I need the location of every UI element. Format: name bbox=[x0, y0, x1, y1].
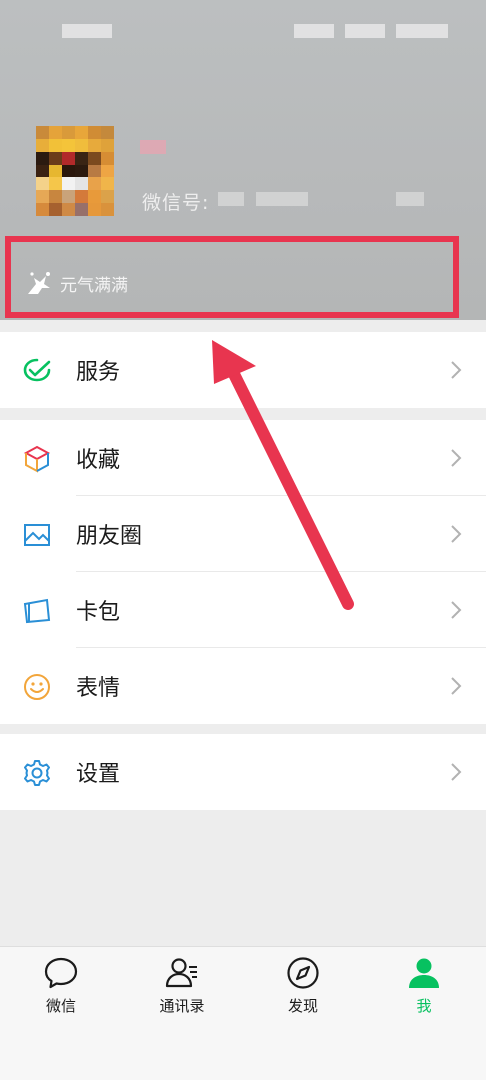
chevron-right-icon bbox=[451, 449, 462, 467]
qrcode-blur[interactable] bbox=[396, 192, 424, 206]
menu-item-moments[interactable]: 朋友圈 bbox=[0, 496, 486, 572]
status-bar-blur bbox=[294, 24, 334, 38]
menu-group-main: 收藏 朋友圈 卡包 表情 bbox=[0, 420, 486, 724]
picture-icon bbox=[24, 524, 50, 546]
avatar[interactable] bbox=[36, 126, 114, 216]
menu-item-label: 朋友圈 bbox=[76, 524, 143, 549]
nickname-blur bbox=[140, 140, 166, 154]
menu-item-stickers[interactable]: 表情 bbox=[0, 648, 486, 724]
bottom-tab-bar: 微信 通讯录 发现 我 bbox=[0, 946, 486, 1080]
status-bar-blur bbox=[396, 24, 448, 38]
gear-icon bbox=[24, 760, 50, 786]
chevron-right-icon bbox=[451, 763, 462, 781]
status-bar-time-blur bbox=[62, 24, 112, 38]
contacts-icon bbox=[165, 958, 197, 988]
compass-icon bbox=[287, 957, 319, 989]
highlight-annotation-box bbox=[5, 236, 459, 318]
wechat-id-blur bbox=[256, 192, 308, 206]
tab-contacts[interactable]: 通讯录 bbox=[132, 955, 232, 1016]
chat-bubble-icon bbox=[44, 957, 78, 989]
status-bar-blur bbox=[345, 24, 385, 38]
tab-label: 通讯录 bbox=[159, 997, 205, 1015]
chevron-right-icon bbox=[451, 677, 462, 695]
wechat-id-blur bbox=[218, 192, 244, 206]
menu-item-services[interactable]: 服务 bbox=[0, 332, 486, 408]
menu-item-label: 卡包 bbox=[76, 600, 121, 625]
chevron-right-icon bbox=[451, 525, 462, 543]
wechat-id-label: 微信号: bbox=[142, 192, 210, 214]
menu-item-label: 表情 bbox=[76, 676, 121, 701]
menu-group-services: 服务 bbox=[0, 332, 486, 408]
menu-item-label: 设置 bbox=[76, 762, 121, 787]
chevron-right-icon bbox=[451, 601, 462, 619]
chevron-right-icon bbox=[451, 361, 462, 379]
tab-label: 微信 bbox=[45, 997, 76, 1015]
cube-icon bbox=[23, 445, 51, 473]
smiley-icon bbox=[24, 674, 50, 700]
menu-item-label: 服务 bbox=[76, 360, 121, 385]
menu-item-cards[interactable]: 卡包 bbox=[0, 572, 486, 648]
tab-label: 我 bbox=[416, 997, 432, 1015]
tab-me[interactable]: 我 bbox=[374, 955, 474, 1016]
tab-label: 发现 bbox=[287, 997, 318, 1015]
menu-item-favorites[interactable]: 收藏 bbox=[0, 420, 486, 496]
menu-item-settings[interactable]: 设置 bbox=[0, 734, 486, 810]
tab-discover[interactable]: 发现 bbox=[253, 955, 353, 1016]
person-icon bbox=[409, 958, 439, 988]
menu-item-label: 收藏 bbox=[76, 448, 121, 473]
card-icon bbox=[23, 598, 51, 624]
menu-group-settings: 设置 bbox=[0, 734, 486, 810]
wechat-pay-icon bbox=[23, 358, 51, 382]
tab-chats[interactable]: 微信 bbox=[11, 955, 111, 1016]
